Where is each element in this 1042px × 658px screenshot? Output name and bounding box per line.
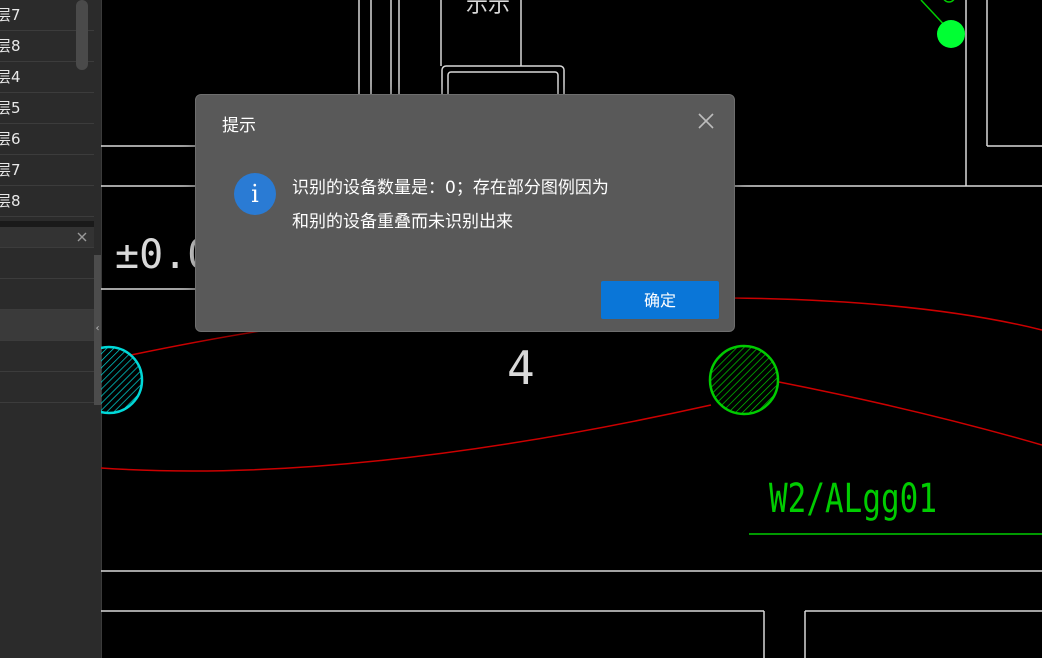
floor-item-label: 层7 bbox=[0, 161, 21, 179]
floor-item-label: 层5 bbox=[0, 99, 21, 117]
circuit-label: W2/ALgg01 bbox=[769, 476, 937, 522]
list-item[interactable] bbox=[0, 279, 94, 310]
list-item[interactable] bbox=[0, 341, 94, 372]
green-device-symbol[interactable] bbox=[708, 344, 780, 416]
dialog-message-line: 识别的设备数量是：0；存在部分图例因为 bbox=[292, 178, 609, 198]
list-item[interactable] bbox=[0, 310, 94, 341]
list-item[interactable] bbox=[0, 372, 94, 403]
floor-item-label: 层8 bbox=[0, 192, 21, 210]
green-device-dot[interactable] bbox=[937, 20, 965, 48]
secondary-panel-rows bbox=[0, 248, 94, 403]
list-item[interactable] bbox=[0, 248, 94, 279]
info-icon: i bbox=[234, 173, 276, 215]
dialog-message: 识别的设备数量是：0；存在部分图例因为 和别的设备重叠而未识别出来 bbox=[292, 171, 702, 239]
dialog-message-line: 和别的设备重叠而未识别出来 bbox=[292, 212, 513, 232]
floor-list-item[interactable]: 层5 bbox=[0, 93, 94, 124]
floor-list-scrollbar[interactable] bbox=[76, 0, 88, 70]
floor-list-item[interactable]: 层6 bbox=[0, 124, 94, 155]
prompt-dialog: 提示 i 识别的设备数量是：0；存在部分图例因为 和别的设备重叠而未识别出来 确… bbox=[195, 94, 735, 332]
floor-item-label: 层6 bbox=[0, 130, 21, 148]
number-label: 4 bbox=[507, 341, 535, 395]
close-icon[interactable] bbox=[694, 109, 718, 133]
floor-list-item[interactable]: 层7 bbox=[0, 155, 94, 186]
left-panel: 层7 层8 层4 层5 层6 层7 层8 ‹ bbox=[0, 0, 102, 658]
floor-list-item[interactable]: 层8 bbox=[0, 186, 94, 217]
collapse-arrow-icon[interactable]: ‹ bbox=[94, 322, 101, 336]
ok-button[interactable]: 确定 bbox=[601, 281, 719, 319]
floor-item-label: 层4 bbox=[0, 68, 21, 86]
partial-top-label: 示示 bbox=[466, 0, 510, 18]
close-icon[interactable] bbox=[76, 231, 88, 243]
cyan-device-symbol[interactable] bbox=[101, 345, 144, 415]
floor-item-label: 层7 bbox=[0, 6, 21, 24]
floor-item-label: 层8 bbox=[0, 37, 21, 55]
dialog-title: 提示 bbox=[222, 116, 256, 136]
secondary-panel-header bbox=[0, 227, 94, 248]
